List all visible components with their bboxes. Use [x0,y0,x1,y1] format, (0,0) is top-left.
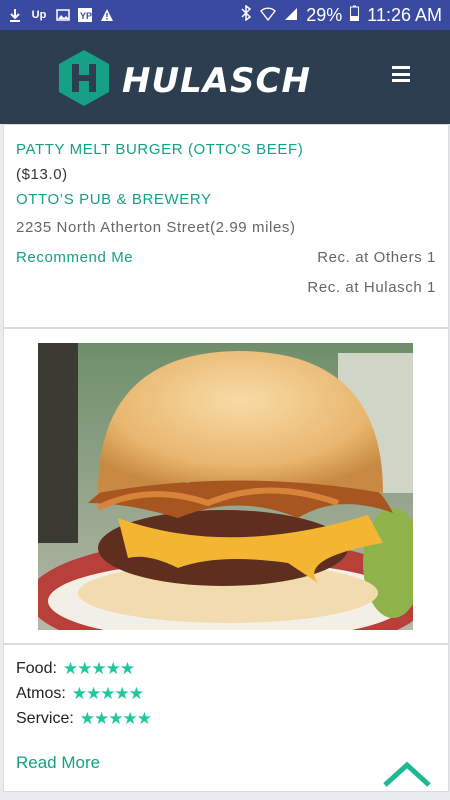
burger-photo[interactable] [38,343,413,630]
hulasch-logo[interactable]: HULASCH [56,48,311,113]
atmos-stars: ★★★★★ [71,684,144,703]
service-label: Service: [16,710,74,727]
food-rating: Food: ★★★★★ [16,659,135,679]
atmos-rating: Atmos: ★★★★★ [16,684,144,704]
logo-text: HULASCH [122,60,311,101]
rec-at-others: Rec. at Others 1 [317,249,436,266]
recommend-me-link[interactable]: Recommend Me [16,249,133,266]
service-stars: ★★★★★ [79,709,152,728]
image-icon [56,8,70,22]
app-header: HULASCH [0,30,450,124]
read-more-link[interactable]: Read More [16,753,100,773]
hamburger-menu-icon[interactable] [392,66,410,82]
atmos-label: Atmos: [16,685,66,702]
yelp-icon: YP [78,8,92,22]
battery-icon [350,5,360,26]
battery-text: 29% [306,4,343,25]
restaurant-name[interactable]: OTTO’S PUB & BREWERY [16,191,212,208]
up-app-icon: Up [31,9,47,21]
item-price: ($13.0) [16,166,68,183]
hulasch-hex-icon [56,48,112,113]
food-stars: ★★★★★ [62,659,135,678]
service-rating: Service: ★★★★★ [16,709,152,729]
bluetooth-icon [240,4,252,26]
food-label: Food: [16,660,57,677]
photo-card [3,328,449,644]
listing-card: PATTY MELT BURGER (OTTO'S BEEF) ($13.0) … [3,124,449,328]
item-name[interactable]: PATTY MELT BURGER (OTTO'S BEEF) [16,141,303,158]
warning-icon [100,8,114,22]
download-icon [8,8,22,22]
wifi-icon [260,5,277,26]
restaurant-address: 2235 North Atherton Street(2.99 miles) [16,219,296,236]
signal-icon [284,5,298,26]
svg-text:YP: YP [80,11,92,21]
clock-time: 11:26 AM [367,4,442,25]
status-bar: Up YP 29% 11:26 AM [0,0,450,30]
rec-at-hulasch: Rec. at Hulasch 1 [307,279,436,296]
scroll-to-top-icon[interactable] [382,760,432,790]
